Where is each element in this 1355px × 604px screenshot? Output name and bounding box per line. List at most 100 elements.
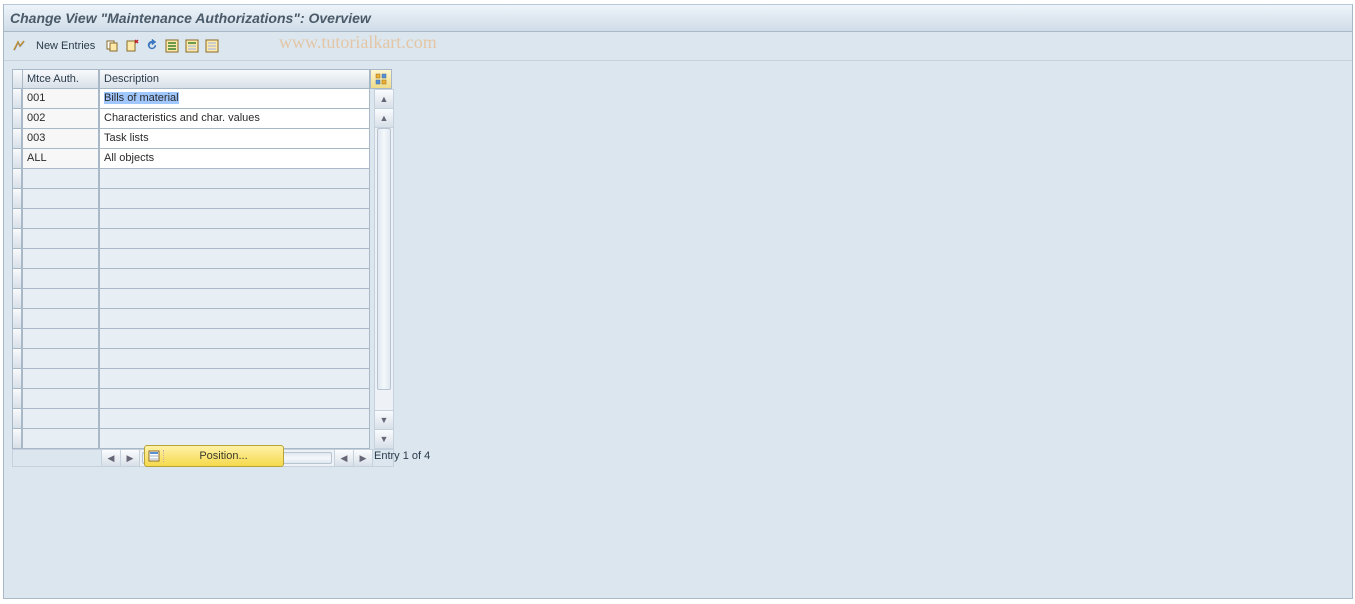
table-row[interactable]: 001Bills of material: [12, 89, 394, 109]
description-cell[interactable]: [99, 409, 370, 429]
scroll-up-step-icon[interactable]: ▲: [375, 109, 393, 128]
toolbar: New Entries www.tutorialkart.com: [4, 32, 1352, 61]
vertical-scrollbar[interactable]: ▲ ▲ ▼ ▼: [374, 89, 394, 449]
description-cell[interactable]: All objects: [99, 149, 370, 169]
description-cell[interactable]: [99, 349, 370, 369]
description-cell[interactable]: [99, 229, 370, 249]
row-selector[interactable]: [12, 189, 22, 209]
description-cell[interactable]: [99, 289, 370, 309]
mtce-auth-cell[interactable]: 001: [22, 89, 99, 109]
table-row[interactable]: 002Characteristics and char. values: [12, 109, 394, 129]
description-cell[interactable]: [99, 209, 370, 229]
app-frame: Change View "Maintenance Authorizations"…: [3, 4, 1353, 599]
description-cell[interactable]: [99, 169, 370, 189]
row-selector[interactable]: [12, 129, 22, 149]
mtce-auth-cell[interactable]: 002: [22, 109, 99, 129]
row-selector[interactable]: [12, 349, 22, 369]
scroll-left-step-icon[interactable]: ▶: [121, 450, 140, 466]
table-row[interactable]: [12, 189, 394, 209]
mtce-auth-cell[interactable]: [22, 429, 99, 449]
deselect-all-icon[interactable]: [203, 37, 221, 55]
row-selector[interactable]: [12, 229, 22, 249]
select-all-icon[interactable]: [163, 37, 181, 55]
select-block-icon[interactable]: [183, 37, 201, 55]
mtce-auth-cell[interactable]: [22, 329, 99, 349]
mtce-auth-cell[interactable]: [22, 369, 99, 389]
watermark-text: www.tutorialkart.com: [279, 32, 437, 53]
table-row[interactable]: [12, 289, 394, 309]
table-row[interactable]: [12, 209, 394, 229]
table-row[interactable]: [12, 229, 394, 249]
table-row[interactable]: [12, 349, 394, 369]
row-selector[interactable]: [12, 149, 22, 169]
table-header-row: Mtce Auth. Description: [12, 69, 394, 89]
description-cell[interactable]: Characteristics and char. values: [99, 109, 370, 129]
page-title: Change View "Maintenance Authorizations"…: [4, 5, 1352, 32]
mtce-auth-cell[interactable]: [22, 309, 99, 329]
row-selector[interactable]: [12, 369, 22, 389]
description-cell[interactable]: [99, 269, 370, 289]
description-cell[interactable]: [99, 309, 370, 329]
copy-as-icon[interactable]: [103, 37, 121, 55]
row-selector[interactable]: [12, 209, 22, 229]
table-row[interactable]: 003Task lists: [12, 129, 394, 149]
mtce-auth-cell[interactable]: [22, 249, 99, 269]
column-header-mtce-auth[interactable]: Mtce Auth.: [22, 69, 99, 89]
mtce-auth-cell[interactable]: [22, 229, 99, 249]
table-row[interactable]: [12, 369, 394, 389]
row-selector[interactable]: [12, 169, 22, 189]
vertical-scroll-thumb[interactable]: [377, 128, 391, 390]
undo-change-icon[interactable]: [143, 37, 161, 55]
description-cell[interactable]: [99, 389, 370, 409]
table-row[interactable]: [12, 309, 394, 329]
table-row[interactable]: [12, 249, 394, 269]
position-button-label: Position...: [164, 450, 283, 462]
position-icon: [145, 450, 164, 462]
row-selector[interactable]: [12, 309, 22, 329]
scroll-down-step-icon[interactable]: ▼: [375, 410, 393, 429]
mtce-auth-cell[interactable]: [22, 209, 99, 229]
mtce-auth-cell[interactable]: [22, 189, 99, 209]
entry-count-text: Entry 1 of 4: [374, 450, 430, 462]
scroll-left-icon[interactable]: ◀: [102, 450, 121, 466]
table-settings-icon[interactable]: [370, 69, 392, 89]
row-selector[interactable]: [12, 429, 22, 449]
position-button[interactable]: Position...: [144, 445, 284, 467]
row-selector[interactable]: [12, 289, 22, 309]
description-cell[interactable]: Task lists: [99, 129, 370, 149]
mtce-auth-cell[interactable]: 003: [22, 129, 99, 149]
mtce-auth-cell[interactable]: [22, 389, 99, 409]
description-cell[interactable]: [99, 329, 370, 349]
description-cell[interactable]: [99, 369, 370, 389]
mtce-auth-cell[interactable]: [22, 269, 99, 289]
mtce-auth-cell[interactable]: [22, 169, 99, 189]
mtce-auth-cell[interactable]: [22, 409, 99, 429]
row-selector[interactable]: [12, 409, 22, 429]
mtce-auth-cell[interactable]: [22, 289, 99, 309]
row-selector-header[interactable]: [12, 69, 22, 89]
scroll-up-icon[interactable]: ▲: [375, 90, 393, 109]
row-selector[interactable]: [12, 109, 22, 129]
row-selector[interactable]: [12, 389, 22, 409]
row-selector[interactable]: [12, 329, 22, 349]
table-row[interactable]: [12, 389, 394, 409]
column-header-description[interactable]: Description: [99, 69, 370, 89]
table-row[interactable]: [12, 409, 394, 429]
mtce-auth-cell[interactable]: ALL: [22, 149, 99, 169]
row-selector[interactable]: [12, 89, 22, 109]
table-row[interactable]: ALLAll objects: [12, 149, 394, 169]
table-row[interactable]: [12, 329, 394, 349]
table-row[interactable]: [12, 169, 394, 189]
hscroll-gap: [13, 450, 102, 466]
description-cell[interactable]: [99, 249, 370, 269]
workspace: Mtce Auth. Description 001Bills of mater…: [4, 61, 1352, 475]
mtce-auth-cell[interactable]: [22, 349, 99, 369]
table-row[interactable]: [12, 269, 394, 289]
description-cell[interactable]: [99, 189, 370, 209]
description-cell[interactable]: Bills of material: [99, 89, 370, 109]
delete-icon[interactable]: [123, 37, 141, 55]
other-view-icon[interactable]: [10, 37, 28, 55]
row-selector[interactable]: [12, 269, 22, 289]
row-selector[interactable]: [12, 249, 22, 269]
new-entries-button[interactable]: New Entries: [30, 37, 101, 55]
